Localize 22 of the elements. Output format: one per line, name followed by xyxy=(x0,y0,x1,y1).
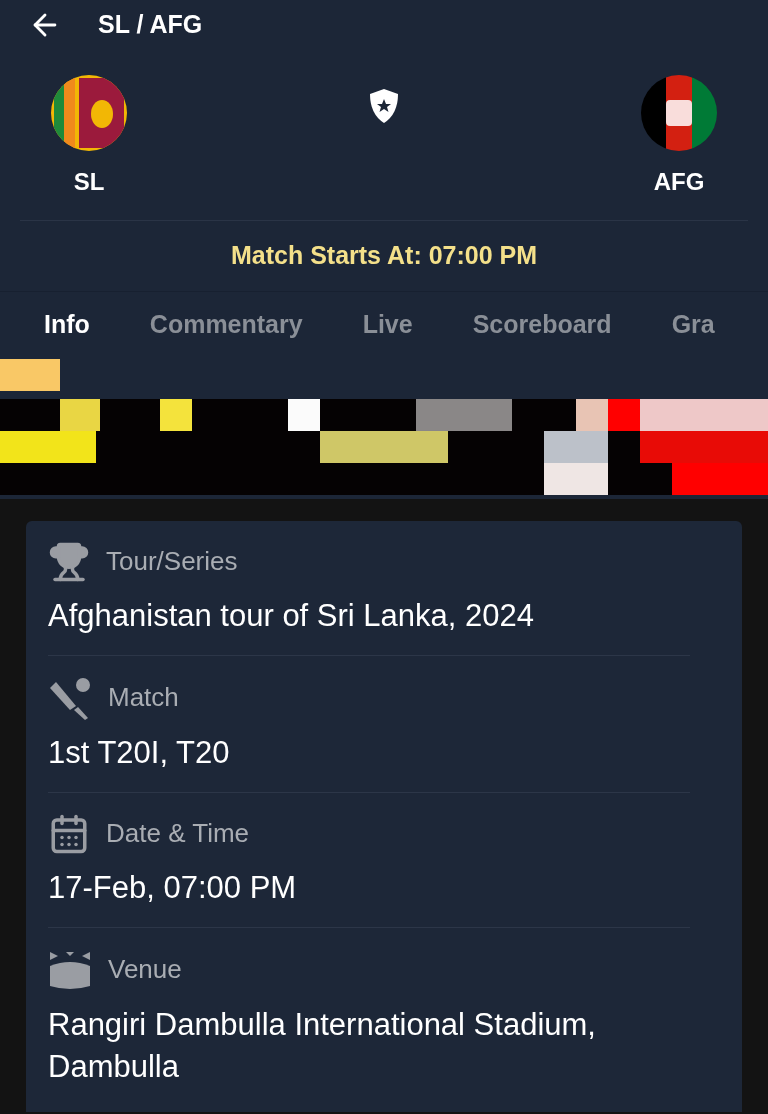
team-name: SL xyxy=(73,167,105,197)
info-label: Match xyxy=(108,681,179,714)
tab[interactable]: Scoreboard xyxy=(472,306,612,344)
team-name: AFG xyxy=(653,167,705,197)
info-label: Tour/Series xyxy=(106,545,238,578)
shield-star-icon xyxy=(368,88,400,124)
cricket-bat-icon xyxy=(48,675,92,720)
tab[interactable]: Info xyxy=(44,306,90,344)
calendar-icon xyxy=(48,812,90,855)
info-value: 17-Feb, 07:00 PM xyxy=(48,868,298,907)
match-start-time: Match Starts At: 07:00 PM xyxy=(230,240,538,271)
tab[interactable]: Gra xyxy=(671,306,715,344)
info-value: 1st T20I, T20 xyxy=(48,733,231,772)
info-label: Venue xyxy=(108,953,182,986)
info-label: Date & Time xyxy=(106,817,250,850)
info-value: Afghanistan tour of Sri Lanka, 2024 xyxy=(48,596,535,635)
info-value: Rangiri Dambulla International Stadium, Dambulla xyxy=(48,1005,597,1086)
trophy-icon xyxy=(48,540,90,583)
tab[interactable]: Live xyxy=(362,306,413,344)
flag-icon xyxy=(640,74,718,152)
tab[interactable]: Commentary xyxy=(149,306,303,344)
header-title: SL / AFG xyxy=(98,9,203,41)
